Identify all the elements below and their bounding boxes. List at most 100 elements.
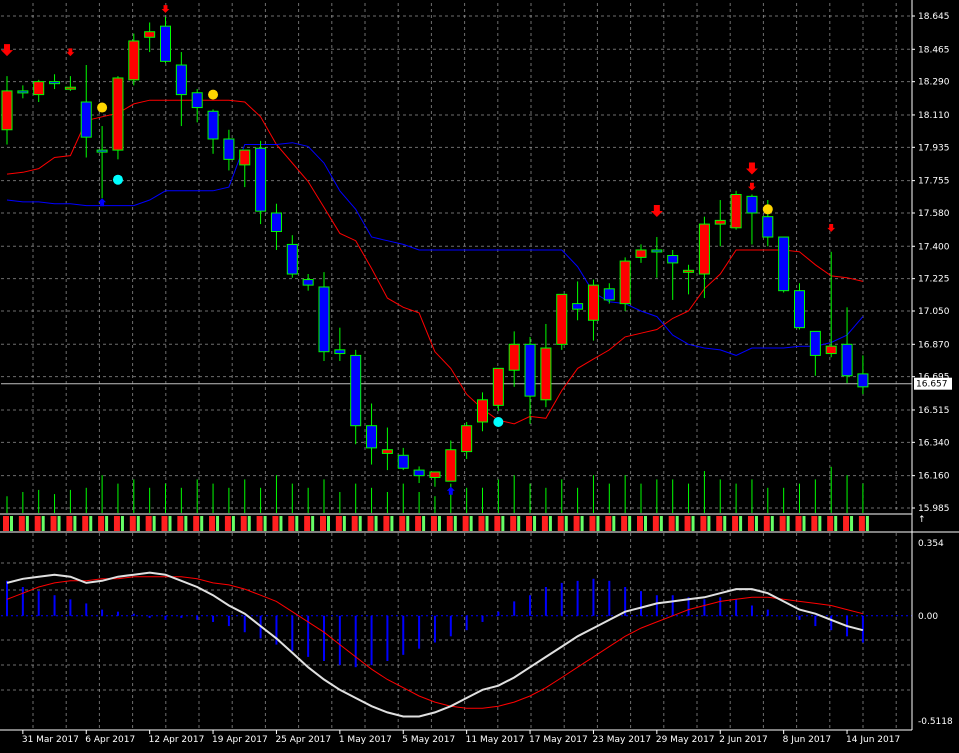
signal-strip-green (770, 516, 774, 531)
grid (1, 3, 912, 728)
signal-strip-green (485, 516, 489, 531)
candle-body (477, 399, 488, 423)
down-arrow-icon (827, 224, 836, 232)
candle-body (762, 216, 774, 238)
x-tick-label: 5 May 2017 (402, 735, 455, 745)
signal-strip-green (596, 516, 600, 531)
signal-strip-green (453, 516, 457, 531)
candle-body (572, 303, 584, 310)
x-tick-label: 29 May 2017 (656, 735, 715, 745)
signal-strip-red (399, 516, 406, 531)
signal-strip-red (415, 516, 422, 531)
signal-strip-red (858, 516, 865, 531)
signal-strip-green (295, 516, 299, 531)
signal-strip-green (548, 516, 552, 531)
chart-canvas[interactable]: 18.645 18.465 18.290 18.110 17.935 17.755 17.5… (0, 0, 959, 753)
signal-strip-green (41, 516, 45, 531)
candle-body (350, 354, 362, 427)
signal-strip-red (605, 516, 612, 531)
candle-body (445, 449, 457, 482)
candle-body (33, 81, 45, 96)
candle-body (397, 454, 409, 469)
x-tick-label: 12 Apr 2017 (149, 735, 205, 745)
signal-strip-red (129, 516, 136, 531)
candle-body (207, 110, 219, 140)
candle-body (698, 223, 710, 275)
y-tick-label: 17.225 (918, 275, 950, 285)
signal-strip-red (272, 516, 279, 531)
signal-strip-green (57, 516, 61, 531)
signal-strip-green (628, 516, 632, 531)
y-tick-label: 16.160 (918, 472, 950, 482)
candle-body (619, 260, 631, 305)
candle-body (286, 243, 298, 275)
signal-strip-green (73, 516, 77, 531)
candle-body (144, 31, 156, 38)
candle-body (334, 349, 346, 355)
signal-strip-red (177, 516, 184, 531)
y-tick-label: 17.755 (918, 177, 950, 187)
y-tick-label: 17.400 (918, 242, 950, 252)
candle-body (651, 249, 663, 253)
signal-strip-green (89, 516, 93, 531)
signal-strip-red (98, 516, 105, 531)
signal-strip (0, 514, 912, 532)
signal-strip-red (747, 516, 754, 531)
candle-body (429, 471, 441, 478)
candle-body (746, 195, 758, 214)
signal-strip-green (469, 516, 473, 531)
signal-strip-red (34, 516, 41, 531)
cyan-dot (493, 416, 504, 427)
candle-body (794, 290, 805, 329)
signal-strip-red (304, 516, 311, 531)
signal-strip-red (161, 516, 168, 531)
signal-strip-red (113, 516, 120, 531)
candle-body (683, 269, 695, 273)
signal-strip-green (818, 516, 822, 531)
candle-body (825, 345, 837, 355)
signal-strip-red (82, 516, 89, 531)
candlesticks (1, 16, 869, 487)
signal-strip-green (786, 516, 790, 531)
signal-strip-red (795, 516, 802, 531)
signal-strip-red (494, 516, 501, 531)
y-tick-label: 18.465 (918, 45, 950, 55)
candle-body (239, 149, 251, 166)
signal-strip-green (152, 516, 156, 531)
signal-strip-red (573, 516, 580, 531)
x-tick-label: 8 Jun 2017 (783, 735, 831, 745)
signal-strip-green (723, 516, 727, 531)
candle-body (302, 279, 314, 286)
candle-body (381, 449, 393, 454)
oscillator-signal-line (6, 571, 864, 718)
yellow-dot (97, 102, 108, 113)
blue-indicator-line (6, 142, 864, 356)
candle-body (857, 373, 869, 388)
signal-strip-green (580, 516, 584, 531)
signal-strip-red (732, 516, 739, 531)
signal-strip-red (3, 516, 9, 531)
signal-strip-green (279, 516, 283, 531)
signal-strip-red (145, 516, 152, 531)
x-tick-label: 2 Jun 2017 (719, 735, 767, 745)
candle-body (17, 90, 29, 94)
signal-strip-green (865, 516, 869, 531)
signal-strip-green (517, 516, 521, 531)
indicator-lines (6, 99, 864, 425)
trading-chart-window: 18.645 18.465 18.290 18.110 17.935 17.755 17.5… (0, 0, 959, 753)
candle-body (366, 425, 378, 449)
signal-strip-green (231, 516, 235, 531)
candle-body (318, 286, 330, 353)
candle-body (556, 293, 568, 345)
cyan-dot (112, 174, 123, 185)
red-indicator-line (6, 99, 864, 425)
signal-strip-red (557, 516, 564, 531)
signal-strip-green (136, 516, 140, 531)
candle-body (603, 288, 615, 301)
signal-strip-green (374, 516, 378, 531)
candle-body (841, 343, 853, 377)
candle-body (714, 219, 726, 225)
y-tick-label: 17.935 (918, 143, 950, 153)
signal-strip-red (224, 516, 231, 531)
candle-body (587, 284, 599, 321)
